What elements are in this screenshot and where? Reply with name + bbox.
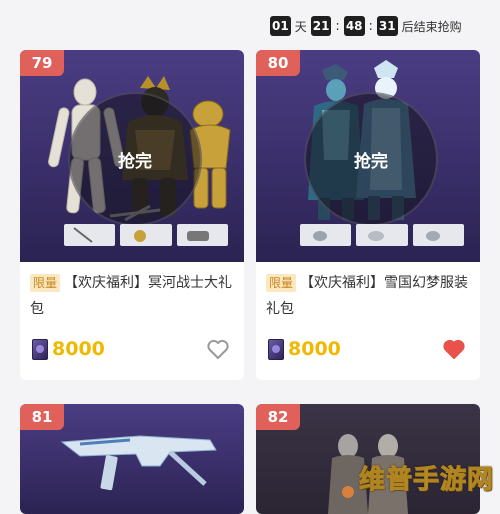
site-watermark: 维普手游网 [350, 459, 494, 496]
price-row: 8000 [32, 336, 230, 362]
countdown-suffix: 后结束抢购 [401, 19, 462, 34]
watermark-text: 维普手游网 [358, 465, 494, 496]
price-row: 8000 [268, 336, 466, 362]
sold-out-label: 抢完 [354, 151, 388, 172]
countdown-hours: 21 [310, 16, 332, 36]
staff-icon [73, 227, 93, 243]
countdown-separator: : [335, 18, 340, 34]
product-card[interactable]: 81 [20, 404, 244, 514]
amulet-icon [134, 230, 147, 242]
limited-tag: 限量 [266, 274, 297, 292]
sold-out-overlay: 抢完 [68, 92, 202, 226]
item-thumbnail[interactable] [64, 224, 116, 246]
item-thumbnail[interactable] [356, 224, 408, 246]
countdown-seconds: 31 [376, 16, 398, 36]
countdown-separator: : [368, 18, 373, 34]
product-image: 80 抢完 [256, 50, 480, 262]
currency-card-icon [268, 338, 284, 360]
vehicle-skin-icon [186, 231, 209, 241]
product-card[interactable]: 80 抢完 限量 【欢庆福利】雪国幻梦服装礼包 8000 [256, 50, 480, 380]
accessory-icon [368, 231, 385, 241]
countdown-minutes: 48 [343, 16, 365, 36]
product-price: 8000 [288, 338, 341, 360]
countdown-day-label: 天 [294, 19, 307, 34]
product-card[interactable]: 79 抢完 限量 【欢庆福利】冥河战士大礼包 8000 [20, 50, 244, 380]
heart-icon[interactable] [206, 338, 230, 360]
product-title: 【欢庆福利】雪国幻梦服装礼包 [266, 275, 469, 317]
product-image: 79 抢完 [20, 50, 244, 262]
item-thumbnail[interactable] [176, 224, 228, 246]
product-title-block[interactable]: 限量 【欢庆福利】雪国幻梦服装礼包 [266, 270, 470, 322]
accessory-icon [425, 231, 440, 241]
accessory-icon [313, 231, 327, 241]
sold-out-overlay: 抢完 [304, 92, 438, 226]
countdown-timer: 01 天 21 : 48 : 31 后结束抢购 [270, 15, 462, 37]
item-thumbnails [64, 224, 228, 246]
item-thumbnail[interactable] [412, 224, 464, 246]
product-title: 【欢庆福利】冥河战士大礼包 [30, 275, 233, 317]
heart-icon[interactable] [442, 338, 466, 360]
item-thumbnail[interactable] [120, 224, 172, 246]
limited-tag: 限量 [30, 274, 61, 292]
product-price: 8000 [52, 338, 105, 360]
item-thumbnails [300, 224, 464, 246]
item-number-badge: 79 [20, 50, 64, 76]
countdown-days: 01 [270, 16, 291, 36]
item-number-badge: 81 [20, 404, 64, 430]
product-image: 81 [20, 404, 244, 514]
currency-card-icon [32, 338, 48, 360]
item-thumbnail[interactable] [300, 224, 352, 246]
sold-out-label: 抢完 [118, 151, 152, 172]
product-title-block[interactable]: 限量 【欢庆福利】冥河战士大礼包 [30, 270, 234, 322]
item-number-badge: 82 [256, 404, 300, 430]
item-number-badge: 80 [256, 50, 300, 76]
